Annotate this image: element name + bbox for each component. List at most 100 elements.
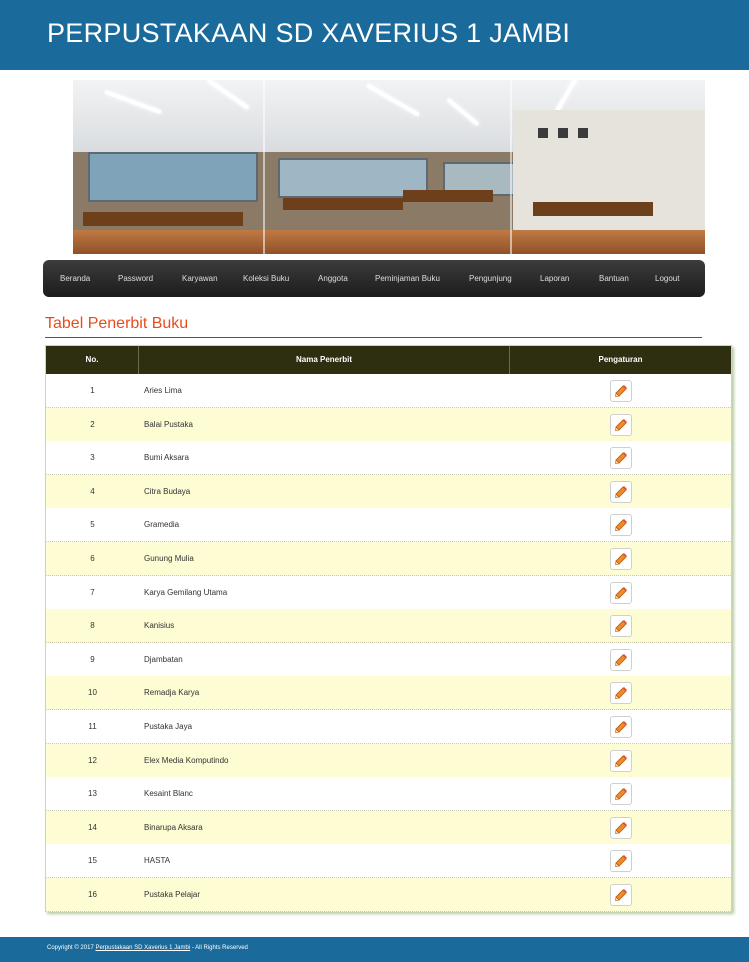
edit-button[interactable] xyxy=(610,850,632,873)
nav-item-logout[interactable]: Logout xyxy=(655,260,679,297)
cell-no: 2 xyxy=(90,419,95,429)
cell-no: 4 xyxy=(90,486,95,496)
nav-item-password[interactable]: Password xyxy=(118,260,153,297)
cell-no: 14 xyxy=(88,822,97,832)
edit-button[interactable] xyxy=(610,380,632,402)
cell-publisher-name: HASTA xyxy=(144,856,171,866)
nav-item-beranda[interactable]: Beranda xyxy=(60,260,90,297)
edit-icon xyxy=(615,385,627,397)
edit-button[interactable] xyxy=(610,548,632,570)
cell-publisher-name: Pustaka Pelajar xyxy=(144,890,201,899)
cell-no: 1 xyxy=(90,386,95,395)
table-row: 3 Bumi Aksara xyxy=(46,441,731,476)
edit-button[interactable] xyxy=(610,480,632,503)
edit-button[interactable] xyxy=(610,648,632,671)
title-divider xyxy=(45,337,702,338)
nav-item-karyawan[interactable]: Karyawan xyxy=(182,260,218,297)
cell-no: 12 xyxy=(88,755,97,765)
cell-no: 10 xyxy=(88,688,97,698)
nav-item-laporan[interactable]: Laporan xyxy=(540,260,569,297)
cell-publisher-name: Kanisius xyxy=(144,621,175,631)
edit-icon xyxy=(615,855,627,868)
edit-button[interactable] xyxy=(610,514,632,537)
publisher-table: No. Nama Penerbit Pengaturan 1 Aries Lima… xyxy=(45,345,732,912)
cell-publisher-name: Binarupa Aksara xyxy=(144,822,203,832)
table-row: 12 Elex Media Komputindo xyxy=(46,743,731,778)
cell-publisher-name: Pustaka Jaya xyxy=(144,722,193,731)
edit-button[interactable] xyxy=(610,581,632,604)
edit-icon xyxy=(615,418,627,431)
footer-prefix: Copyright © 2017 xyxy=(47,945,94,951)
cell-no: 3 xyxy=(90,453,95,463)
edit-button[interactable] xyxy=(610,413,632,436)
cell-publisher-name: Remadja Karya xyxy=(144,688,200,698)
nav-item-peminjaman-buku[interactable]: Peminjaman Buku xyxy=(375,260,440,297)
edit-icon xyxy=(615,721,627,733)
edit-icon xyxy=(615,687,627,700)
cell-publisher-name: Kesaint Blanc xyxy=(144,789,193,799)
library-banner-image xyxy=(73,80,705,254)
edit-icon xyxy=(615,889,627,901)
table-row: 2 Balai Pustaka xyxy=(46,407,731,442)
main-nav: Beranda Password Karyawan Koleksi Buku A… xyxy=(43,260,705,297)
site-footer: Copyright © 2017 Perpustakaan SD Xaveriu… xyxy=(0,937,749,962)
edit-button[interactable] xyxy=(610,716,632,738)
edit-icon xyxy=(615,821,627,834)
footer-copyright: Copyright © 2017 Perpustakaan SD Xaveriu… xyxy=(47,945,248,951)
table-row: 6 Gunung Mulia xyxy=(46,542,731,576)
nav-item-koleksi-buku[interactable]: Koleksi Buku xyxy=(243,260,289,297)
cell-publisher-name: Elex Media Komputindo xyxy=(144,755,229,765)
edit-icon xyxy=(615,586,627,599)
edit-button[interactable] xyxy=(610,816,632,839)
cell-no: 7 xyxy=(90,587,95,597)
cell-no: 5 xyxy=(90,520,95,530)
table-row: 10 Remadja Karya xyxy=(46,676,731,711)
cell-no: 9 xyxy=(90,654,95,664)
edit-button[interactable] xyxy=(610,682,632,705)
site-header: PERPUSTAKAAN SD XAVERIUS 1 JAMBI xyxy=(0,0,749,70)
cell-no: 8 xyxy=(90,621,95,631)
nav-item-anggota[interactable]: Anggota xyxy=(318,260,348,297)
edit-button[interactable] xyxy=(610,749,632,772)
edit-icon xyxy=(615,519,627,532)
cell-no: 6 xyxy=(90,554,95,563)
cell-publisher-name: Citra Budaya xyxy=(144,486,191,496)
cell-publisher-name: Balai Pustaka xyxy=(144,419,193,429)
table-row: 14 Binarupa Aksara xyxy=(46,810,731,845)
table-row: 15 HASTA xyxy=(46,844,731,879)
table-row: 16 Pustaka Pelajar xyxy=(46,878,731,912)
cell-publisher-name: Gunung Mulia xyxy=(144,554,194,563)
column-header-no: No. xyxy=(85,355,99,364)
site-title: PERPUSTAKAAN SD XAVERIUS 1 JAMBI xyxy=(47,18,571,48)
nav-item-bantuan[interactable]: Bantuan xyxy=(599,260,629,297)
column-header-pengaturan: Pengaturan xyxy=(598,355,643,364)
nav-item-pengunjung[interactable]: Pengunjung xyxy=(469,260,512,297)
edit-icon xyxy=(615,553,627,565)
edit-button[interactable] xyxy=(610,447,632,470)
table-row: 7 Karya Gemilang Utama xyxy=(46,575,731,610)
table-row: 11 Pustaka Jaya xyxy=(46,710,731,744)
cell-publisher-name: Karya Gemilang Utama xyxy=(144,587,228,597)
cell-no: 15 xyxy=(88,856,97,866)
cell-no: 13 xyxy=(88,789,97,799)
table-row: 13 Kesaint Blanc xyxy=(46,777,731,812)
edit-button[interactable] xyxy=(610,615,632,638)
cell-no: 11 xyxy=(88,722,97,731)
cell-publisher-name: Bumi Aksara xyxy=(144,453,189,463)
cell-publisher-name: Aries Lima xyxy=(144,386,182,395)
edit-icon xyxy=(615,620,627,633)
page-title: Tabel Penerbit Buku xyxy=(45,315,189,332)
column-header-nama-penerbit: Nama Penerbit xyxy=(295,355,353,364)
edit-button[interactable] xyxy=(610,884,632,906)
footer-link[interactable]: Perpustakaan SD Xaverius 1 Jambi xyxy=(95,945,190,951)
edit-icon xyxy=(615,788,627,801)
edit-icon xyxy=(615,754,627,767)
footer-suffix: - All Rights Reserved xyxy=(191,945,248,951)
cell-publisher-name: Gramedia xyxy=(144,520,180,530)
table-row: 5 Gramedia xyxy=(46,508,731,543)
edit-button[interactable] xyxy=(610,783,632,806)
edit-icon xyxy=(615,452,627,465)
table-header: No. Nama Penerbit Pengaturan xyxy=(46,346,731,374)
table-row: 9 Djambatan xyxy=(46,642,731,677)
cell-no: 16 xyxy=(88,890,97,899)
